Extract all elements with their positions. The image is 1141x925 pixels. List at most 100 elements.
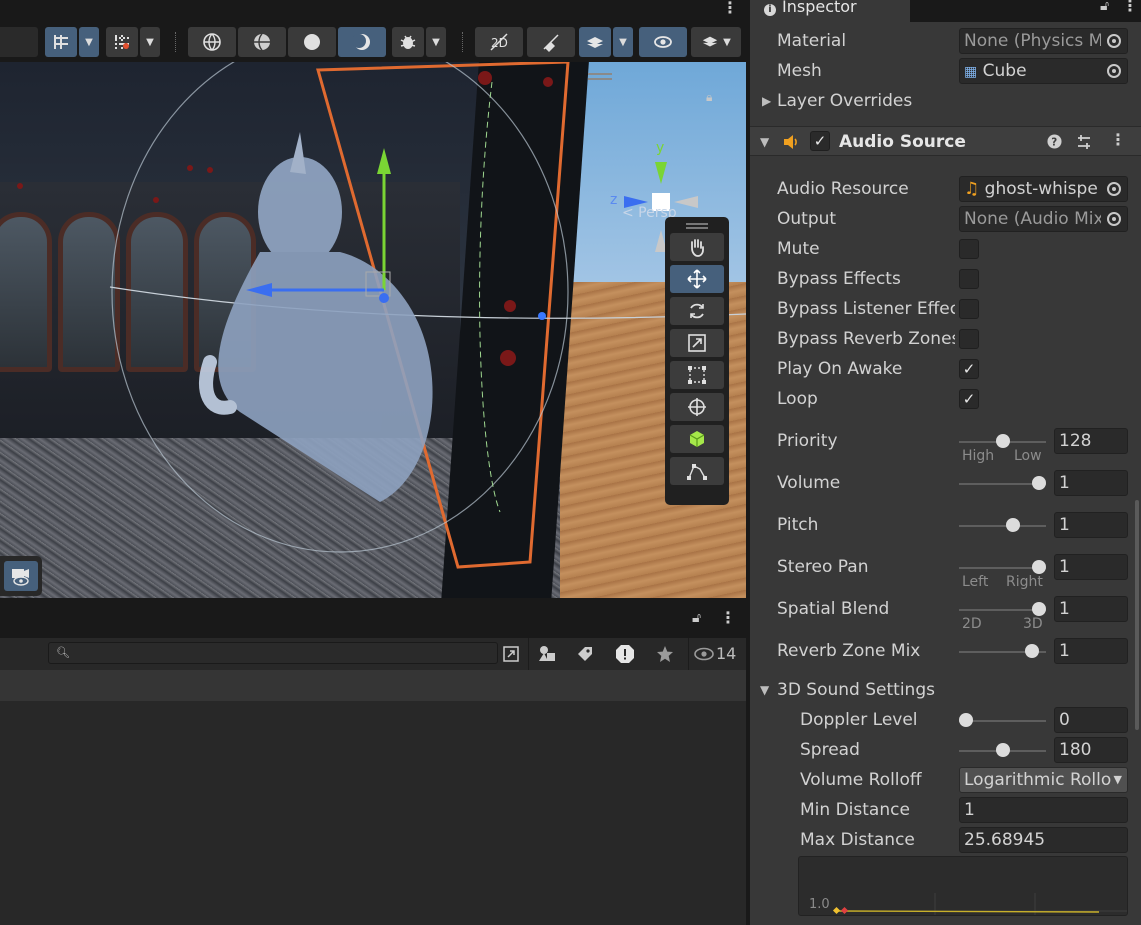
project-content-area[interactable] <box>0 701 746 925</box>
spatial-blend-value-field[interactable]: 1 <box>1054 596 1128 622</box>
grid-snap-button[interactable] <box>45 27 77 57</box>
bypass-effects-checkbox[interactable] <box>959 269 979 289</box>
object-picker-icon[interactable] <box>1101 177 1127 201</box>
spatial-blend-slider-knob[interactable] <box>1032 602 1046 616</box>
audio-toggle-button[interactable] <box>527 27 575 57</box>
shading-shaded-button[interactable] <box>288 27 336 57</box>
layers-dropdown-button[interactable]: ▼ <box>691 27 741 57</box>
filter-by-label-button[interactable] <box>568 640 602 668</box>
inspector-tabbar: i Inspector 🔓︎ ⋮ <box>750 0 1141 22</box>
object-picker-icon[interactable] <box>1101 29 1127 53</box>
reverb-mix-slider-knob[interactable] <box>1025 644 1040 658</box>
pitch-slider-track[interactable] <box>959 525 1046 527</box>
hand-tool-button[interactable] <box>670 233 724 261</box>
custom-tool-button[interactable] <box>670 425 724 453</box>
scene-visibility-button[interactable] <box>639 27 687 57</box>
pitch-slider-knob[interactable] <box>1005 518 1020 532</box>
shading-wireframe-button[interactable] <box>188 27 236 57</box>
panel-more-options-icon[interactable]: ⋮ <box>720 608 736 627</box>
bypass-listener-checkbox[interactable] <box>959 299 979 319</box>
scene-more-options-icon[interactable]: ⋮ <box>722 0 738 17</box>
shading-unlit-button[interactable] <box>338 27 386 57</box>
inspector-lock-icon[interactable]: 🔓︎ <box>1100 0 1109 14</box>
doppler-value-field[interactable]: 0 <box>1054 707 1128 733</box>
max-distance-field[interactable]: 25.68945 <box>959 827 1128 853</box>
panel-lock-icon[interactable]: 🔓︎ <box>692 610 701 626</box>
snap-dropdown[interactable]: ▼ <box>140 27 160 57</box>
play-on-awake-checkbox[interactable]: ✓ <box>959 359 979 379</box>
inspector-scrollbar[interactable] <box>1135 500 1139 730</box>
debug-draw-mode-button[interactable] <box>392 27 424 57</box>
component-enabled-checkbox[interactable]: ✓ <box>810 131 830 151</box>
mute-checkbox[interactable] <box>959 239 979 259</box>
effects-dropdown[interactable]: ▼ <box>613 27 633 57</box>
mesh-object-field[interactable]: ▦ Cube <box>959 58 1128 84</box>
inspector-tab[interactable]: i Inspector <box>750 0 910 22</box>
layer-overrides-foldout[interactable]: ▶ Layer Overrides <box>750 86 1141 116</box>
transform-tool-button[interactable] <box>670 393 724 421</box>
rolloff-dropdown[interactable]: Logarithmic Rollo ▼ <box>959 767 1128 793</box>
pitch-value-field[interactable]: 1 <box>1054 512 1128 538</box>
help-icon[interactable]: ? <box>1047 134 1062 149</box>
stereo-pan-value-field[interactable]: 1 <box>1054 554 1128 580</box>
bypass-reverb-checkbox[interactable] <box>959 329 979 349</box>
palette-drag-handle[interactable] <box>686 223 708 229</box>
effects-toggle-button[interactable] <box>579 27 611 57</box>
rotate-tool-button[interactable] <box>670 297 724 325</box>
object-picker-icon[interactable] <box>1101 207 1127 231</box>
scene-search-field[interactable] <box>0 27 38 57</box>
toggle-2d-button[interactable]: 2D <box>475 27 523 57</box>
sound3d-foldout[interactable]: ▼ 3D Sound Settings <box>750 675 1141 705</box>
material-object-field[interactable]: None (Physics M <box>959 28 1128 54</box>
stereo-pan-slider-knob[interactable] <box>1032 560 1046 574</box>
scale-tool-button[interactable] <box>670 329 724 357</box>
priority-value-field[interactable]: 128 <box>1054 428 1128 454</box>
snap-increment-button[interactable] <box>106 27 138 57</box>
bypass-effects-label: Bypass Effects <box>777 269 901 289</box>
issues-filter-button[interactable] <box>608 640 642 668</box>
star-icon <box>657 646 673 662</box>
eye-icon <box>654 36 672 48</box>
audio-source-header[interactable]: ▼ ✓ Audio Source ? ⋮ <box>750 126 1141 156</box>
output-row: Output None (Audio Mix <box>750 204 1141 234</box>
shading-shaded-wire-button[interactable] <box>238 27 286 57</box>
scene-viewport[interactable]: y z 🔒︎ < Persp <box>0 62 746 598</box>
min-distance-field[interactable]: 1 <box>959 797 1128 823</box>
grid-dropdown[interactable]: ▼ <box>79 27 99 57</box>
max-distance-row: Max Distance 25.68945 <box>750 825 1141 855</box>
volume-value-field[interactable]: 1 <box>1054 470 1128 496</box>
edit-shape-button[interactable] <box>670 457 724 485</box>
draw-mode-dropdown[interactable]: ▼ <box>426 27 446 57</box>
chevron-down-icon: ▼ <box>1113 773 1122 786</box>
move-tool-button[interactable] <box>670 265 724 293</box>
camera-overlay-button[interactable] <box>0 556 42 596</box>
output-field[interactable]: None (Audio Mix <box>959 206 1128 232</box>
shaded-sphere-icon <box>304 34 320 50</box>
layer-overrides-label: Layer Overrides <box>777 91 913 111</box>
doppler-slider-knob[interactable] <box>959 713 973 727</box>
loop-checkbox[interactable]: ✓ <box>959 389 979 409</box>
audio-resource-field[interactable]: ♫ ghost-whispe <box>959 176 1128 202</box>
priority-slider-knob[interactable] <box>995 434 1010 448</box>
object-picker-icon[interactable] <box>1101 59 1127 83</box>
gizmo-lock-icon[interactable]: 🔒︎ <box>706 90 712 105</box>
rolloff-curve-editor[interactable]: 1.0 <box>798 856 1128 916</box>
filter-by-type-button[interactable] <box>530 640 564 668</box>
rect-tool-button[interactable] <box>670 361 724 389</box>
material-value: None (Physics M <box>964 31 1104 51</box>
project-search-input[interactable]: 🔍︎ <box>48 642 498 664</box>
component-menu-icon[interactable]: ⋮ <box>1110 130 1126 149</box>
favorites-button[interactable] <box>648 640 682 668</box>
search-in-window-button[interactable] <box>494 640 528 668</box>
reverb-zone-mix-row: Reverb Zone Mix 1 <box>750 636 1141 666</box>
volume-slider-knob[interactable] <box>1032 476 1046 490</box>
foldout-down-icon: ▼ <box>760 683 770 697</box>
spread-value-field[interactable]: 180 <box>1054 737 1128 763</box>
project-toolbar: 🔍︎ 14 <box>0 638 746 670</box>
audio-range-ring <box>109 286 746 319</box>
preset-sliders-icon[interactable] <box>1076 134 1092 150</box>
hidden-count-toggle[interactable]: 14 <box>694 644 736 663</box>
spread-slider-knob[interactable] <box>995 743 1010 757</box>
inspector-more-options-icon[interactable]: ⋮ <box>1122 0 1138 15</box>
reverb-mix-value-field[interactable]: 1 <box>1054 638 1128 664</box>
